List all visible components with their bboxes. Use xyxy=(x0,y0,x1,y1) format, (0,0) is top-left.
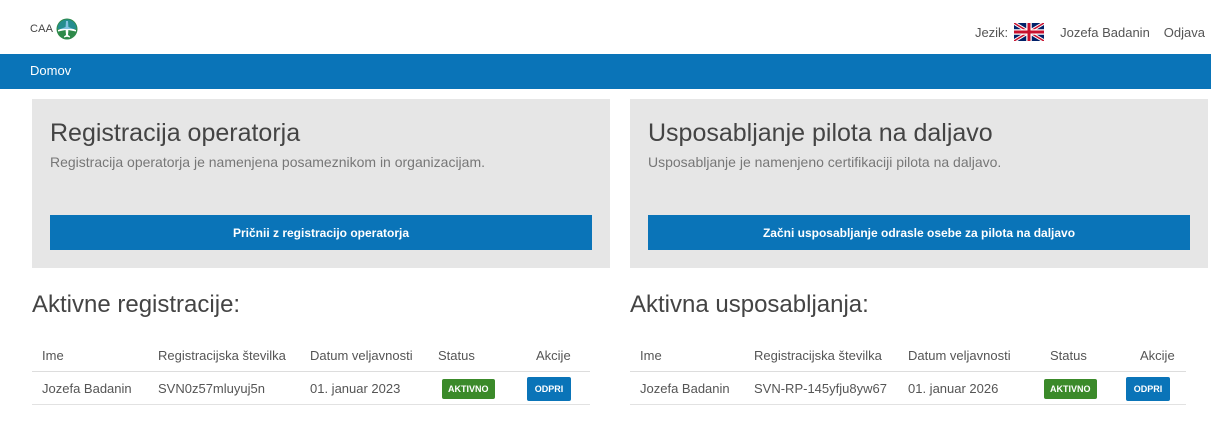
column-header: Ime xyxy=(42,348,64,363)
open-registration-button[interactable]: ODPRI xyxy=(527,377,571,401)
row-valid-until: 01. januar 2023 xyxy=(310,381,401,396)
column-header: Status xyxy=(1050,348,1087,363)
column-header: Registracijska številka xyxy=(754,348,882,363)
logo-text: CAA xyxy=(30,23,54,35)
nav-home-link[interactable]: Domov xyxy=(30,63,71,78)
caa-logo[interactable]: CAA xyxy=(30,18,78,40)
column-header: Datum veljavnosti xyxy=(908,348,1011,363)
open-training-button[interactable]: ODPRI xyxy=(1126,377,1170,401)
column-header: Datum veljavnosti xyxy=(310,348,413,363)
trainings-table: Ime Registracijska številka Datum veljav… xyxy=(630,339,1186,405)
uk-flag-icon[interactable] xyxy=(1014,23,1045,41)
pilot-panel-description: Usposabljanje je namenjeno certifikaciji… xyxy=(648,154,1002,170)
operator-registration-panel: Registracija operatorja Registracija ope… xyxy=(32,99,610,268)
column-header: Registracijska številka xyxy=(158,348,286,363)
header-actions: Jezik: Jozefa Badanin Odjava xyxy=(975,23,1205,41)
operator-panel-title: Registracija operatorja xyxy=(50,119,301,147)
table-header: Ime Registracijska številka Datum veljav… xyxy=(32,339,590,372)
column-header: Ime xyxy=(640,348,662,363)
row-number: SVN0z57mluyuj5n xyxy=(158,381,265,396)
status-badge: AKTIVNO xyxy=(1044,379,1097,399)
airplane-logo-icon xyxy=(56,18,78,40)
language-label: Jezik: xyxy=(974,24,1009,40)
pilot-panel-title: Usposabljanje pilota na daljavo xyxy=(648,119,993,147)
start-operator-registration-button[interactable]: Pričnii z registracijo operatorja xyxy=(50,215,592,250)
table-row: Jozefa Badanin SVN-RP-145yfju8yw67 01. j… xyxy=(630,372,1186,405)
user-name-link[interactable]: Jozefa Badanin xyxy=(1060,25,1150,40)
column-header: Status xyxy=(438,348,475,363)
start-pilot-training-button[interactable]: Začni usposabljanje odrasle osebe za pil… xyxy=(648,215,1190,250)
registrations-table: Ime Registracijska številka Datum veljav… xyxy=(32,339,590,405)
row-name: Jozefa Badanin xyxy=(640,381,730,396)
table-row: Jozefa Badanin SVN0z57mluyuj5n 01. janua… xyxy=(32,372,590,405)
operator-panel-description: Registracija operatorja je namenjena pos… xyxy=(50,154,485,170)
active-trainings-title: Aktivna usposabljanja: xyxy=(630,291,869,318)
column-header: Akcije xyxy=(1140,348,1175,363)
top-bar: CAA Jezik: Jozefa Badanin Odjava xyxy=(0,0,1211,54)
logout-link[interactable]: Odjava xyxy=(1164,25,1205,40)
row-valid-until: 01. januar 2026 xyxy=(908,381,999,396)
status-badge: AKTIVNO xyxy=(442,379,495,399)
pilot-training-panel: Usposabljanje pilota na daljavo Usposabl… xyxy=(630,99,1208,268)
column-header: Akcije xyxy=(536,348,571,363)
row-number: SVN-RP-145yfju8yw67 xyxy=(754,381,887,396)
table-header: Ime Registracijska številka Datum veljav… xyxy=(630,339,1186,372)
main-navbar: Domov xyxy=(0,54,1211,89)
active-registrations-title: Aktivne registracije: xyxy=(32,291,241,318)
row-name: Jozefa Badanin xyxy=(42,381,132,396)
